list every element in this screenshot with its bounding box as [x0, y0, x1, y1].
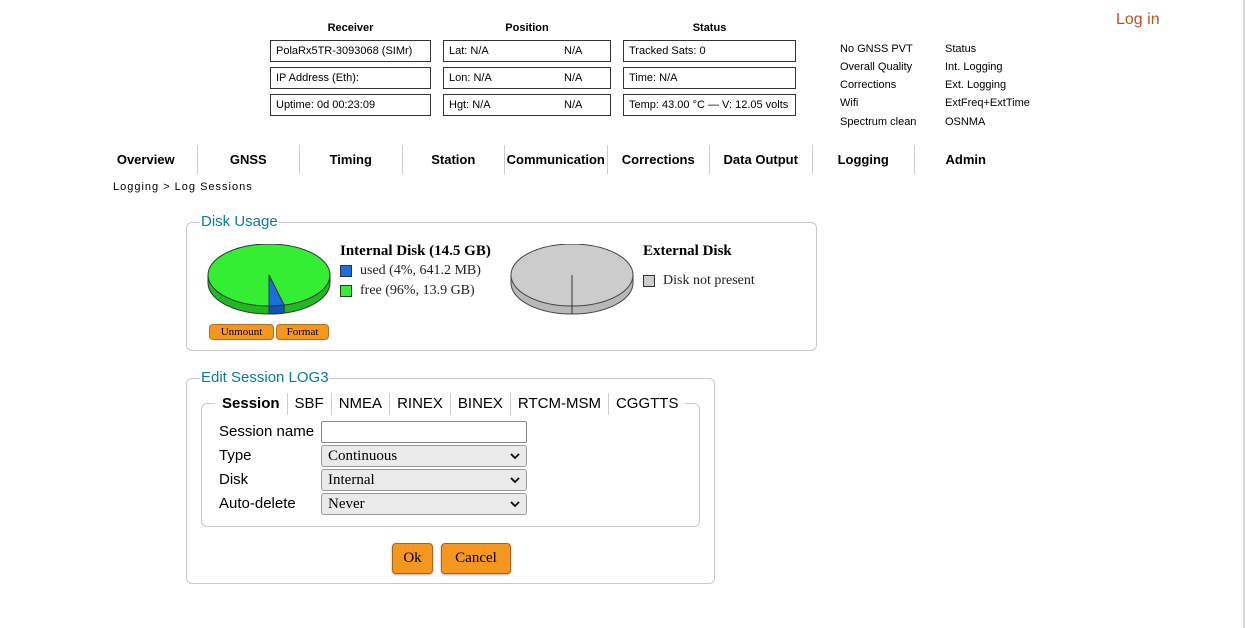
used-color-swatch	[340, 265, 352, 277]
ip-address-field: IP Address (Eth):	[270, 67, 431, 89]
time-field: Time: N/A	[623, 67, 796, 89]
tab-sbf[interactable]: SBF	[288, 392, 331, 416]
external-status-label: Disk not present	[663, 273, 755, 288]
edit-session-legend: Edit Session LOG3	[200, 369, 330, 386]
height-field: Hgt: N/A N/A	[443, 94, 611, 116]
longitude-value: N/A	[564, 72, 583, 84]
nav-item-logging[interactable]: Logging	[813, 145, 915, 174]
height-value: N/A	[564, 99, 583, 111]
external-disk-title: External Disk	[643, 243, 732, 259]
type-label: Type	[219, 447, 252, 464]
auto-delete-label: Auto-delete	[219, 495, 296, 512]
indicator-ext-logging[interactable]: Ext. Logging	[945, 79, 1006, 91]
nav-item-corrections[interactable]: Corrections	[608, 145, 710, 174]
chevron-down-icon	[510, 477, 520, 484]
main-nav: Overview GNSS Timing Station Communicati…	[95, 145, 1017, 174]
session-tabs: Session SBF NMEA RINEX BINEX RTCM-MSM CG…	[215, 392, 686, 416]
temperature-voltage-field: Temp: 43.00 °C — V: 12.05 volts	[623, 94, 796, 116]
type-select-value: Continuous	[328, 448, 398, 464]
indicator-status[interactable]: Status	[945, 43, 976, 55]
indicator-osnma[interactable]: OSNMA	[945, 116, 985, 128]
longitude-label: Lon: N/A	[449, 72, 492, 84]
disk-label: Disk	[219, 471, 249, 488]
session-name-input[interactable]	[321, 421, 527, 443]
receiver-title: Receiver	[327, 22, 374, 34]
free-legend-label: free (96%, 13.9 GB)	[360, 283, 475, 298]
disk-select-value: Internal	[328, 472, 375, 488]
indicator-wifi[interactable]: Wifi	[840, 97, 858, 109]
nav-item-overview[interactable]: Overview	[95, 145, 197, 174]
uptime-field: Uptime: 0d 00:23:09	[270, 94, 431, 116]
latitude-field: Lat: N/A N/A	[443, 40, 611, 62]
disk-usage-legend: Disk Usage	[200, 213, 279, 230]
indicator-corrections[interactable]: Corrections	[840, 79, 896, 91]
tab-session[interactable]: Session	[215, 392, 287, 416]
status-title: Status	[692, 22, 727, 34]
external-disk-pie	[510, 244, 634, 315]
type-select[interactable]: Continuous	[321, 445, 527, 467]
indicator-int-logging[interactable]: Int. Logging	[945, 61, 1003, 73]
indicator-extfreq-exttime[interactable]: ExtFreq+ExtTime	[945, 97, 1030, 109]
tracked-sats-field: Tracked Sats: 0	[623, 40, 796, 62]
tab-rtcm-msm[interactable]: RTCM-MSM	[511, 392, 608, 416]
longitude-field: Lon: N/A N/A	[443, 67, 611, 89]
auto-delete-select-value: Never	[328, 496, 365, 512]
latitude-label: Lat: N/A	[449, 45, 489, 57]
format-button[interactable]: Format	[276, 324, 329, 340]
position-title: Position	[505, 22, 549, 34]
external-color-swatch	[643, 275, 655, 287]
nav-item-admin[interactable]: Admin	[915, 145, 1017, 174]
height-label: Hgt: N/A	[449, 99, 491, 111]
tab-rinex[interactable]: RINEX	[390, 392, 450, 416]
tab-cggtts[interactable]: CGGTTS	[609, 392, 686, 416]
disk-select[interactable]: Internal	[321, 469, 527, 491]
tab-binex[interactable]: BINEX	[451, 392, 510, 416]
tab-nmea[interactable]: NMEA	[332, 392, 389, 416]
cancel-button[interactable]: Cancel	[441, 543, 511, 574]
nav-item-gnss[interactable]: GNSS	[198, 145, 300, 174]
nav-item-station[interactable]: Station	[403, 145, 505, 174]
indicator-spectrum[interactable]: Spectrum clean	[840, 116, 916, 128]
nav-item-communication[interactable]: Communication	[505, 145, 607, 174]
latitude-value: N/A	[564, 45, 583, 57]
internal-disk-title: Internal Disk (14.5 GB)	[340, 243, 491, 259]
unmount-button[interactable]: Unmount	[209, 324, 274, 340]
free-color-swatch	[340, 285, 352, 297]
internal-disk-pie	[207, 244, 331, 315]
chevron-down-icon	[510, 501, 520, 508]
ok-button[interactable]: Ok	[392, 543, 433, 574]
internal-pie-used-side	[268, 304, 285, 315]
auto-delete-select[interactable]: Never	[321, 493, 527, 515]
login-link[interactable]: Log in	[1116, 11, 1160, 29]
chevron-down-icon	[510, 453, 520, 460]
nav-item-timing[interactable]: Timing	[300, 145, 402, 174]
indicator-overall-quality[interactable]: Overall Quality	[840, 61, 912, 73]
session-name-label: Session name	[219, 423, 315, 440]
indicator-gnss-pvt[interactable]: No GNSS PVT	[840, 43, 913, 55]
breadcrumb: Logging > Log Sessions	[113, 181, 253, 193]
used-legend-label: used (4%, 641.2 MB)	[360, 263, 481, 278]
receiver-name-field: PolaRx5TR-3093068 (SIMr)	[270, 40, 431, 62]
nav-item-data-output[interactable]: Data Output	[710, 145, 812, 174]
